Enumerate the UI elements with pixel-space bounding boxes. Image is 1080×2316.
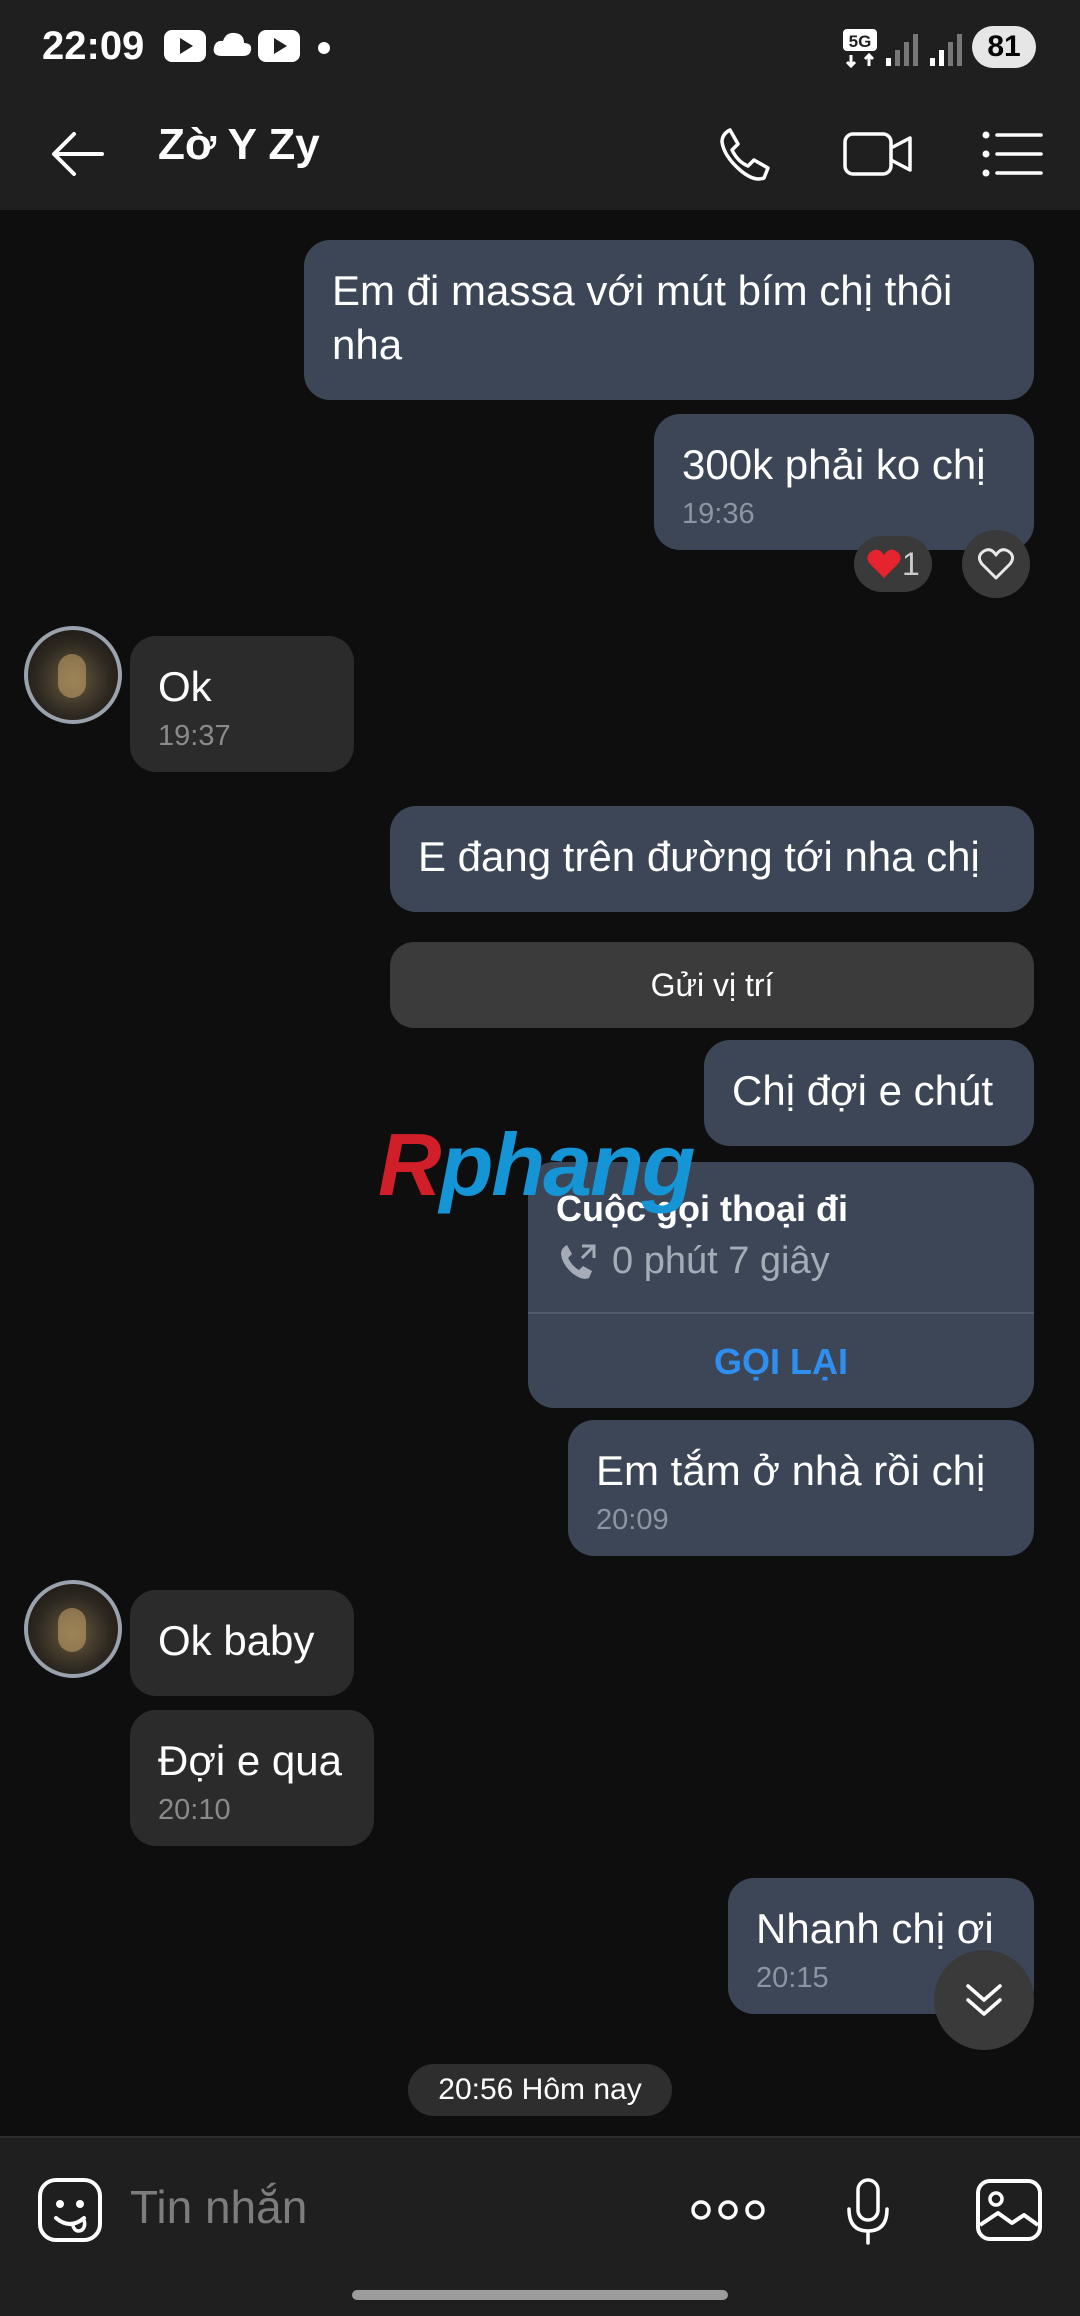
divider — [0, 2136, 1080, 2138]
cloud-icon — [213, 32, 252, 56]
signal-icon — [930, 34, 962, 66]
svg-text:5G: 5G — [849, 32, 872, 51]
reaction-count: 1 — [902, 545, 920, 582]
sticker-icon — [38, 2178, 102, 2242]
more-options-button[interactable] — [688, 2180, 768, 2240]
outgoing-message[interactable]: E đang trên đường tới nha chị — [390, 806, 1034, 912]
battery-indicator: 81 — [972, 26, 1036, 68]
message-text: Nhanh chị ơi — [756, 1905, 994, 1952]
signal-icon — [886, 34, 918, 66]
message-text: 300k phải ko chị — [682, 441, 986, 488]
incoming-message[interactable]: Ok 19:37 — [130, 636, 354, 772]
contact-name[interactable]: Zờ Y Zy — [158, 120, 320, 170]
watermark-first-letter: R — [378, 1115, 442, 1214]
sticker-button[interactable] — [34, 2174, 106, 2246]
outgoing-message[interactable]: Chị đợi e chút — [704, 1040, 1034, 1146]
video-call-icon — [843, 132, 912, 176]
status-bar: 22:09 5G 81 — [0, 0, 1080, 96]
call-duration: 0 phút 7 giây — [612, 1240, 830, 1282]
back-button[interactable] — [38, 114, 118, 194]
back-arrow-icon — [52, 132, 104, 176]
message-input[interactable]: Tin nhắn — [130, 2180, 307, 2234]
call-back-button[interactable]: GỌI LẠI — [528, 1314, 1034, 1408]
home-indicator[interactable] — [352, 2290, 728, 2300]
message-text: Ok — [158, 663, 212, 710]
scroll-to-bottom-button[interactable] — [934, 1950, 1034, 2050]
watermark-logo: Rphang — [378, 1114, 696, 1216]
reaction-badge[interactable]: 1 — [854, 536, 932, 592]
video-call-button[interactable] — [838, 114, 918, 194]
message-text: Ok baby — [158, 1617, 315, 1664]
message-time: 20:09 — [596, 1504, 669, 1536]
more-dots-icon — [691, 2200, 765, 2220]
gallery-icon — [976, 2179, 1042, 2241]
double-chevron-down-icon — [966, 1984, 1002, 2016]
voice-record-button[interactable] — [838, 2172, 898, 2252]
youtube-icon — [258, 30, 300, 62]
microphone-icon — [847, 2178, 889, 2245]
contact-avatar[interactable] — [24, 626, 122, 724]
message-time: 19:37 — [158, 720, 231, 752]
gallery-button[interactable] — [972, 2174, 1046, 2246]
dot-icon — [318, 42, 330, 54]
youtube-icon — [164, 30, 206, 62]
network-type-icon: 5G — [843, 29, 877, 68]
date-separator: 20:56 Hôm nay — [408, 2064, 672, 2116]
phone-icon — [720, 128, 770, 181]
message-text: Em tắm ở nhà rồi chị — [596, 1447, 986, 1494]
react-button[interactable] — [962, 530, 1030, 598]
outgoing-message[interactable]: 300k phải ko chị 19:36 — [654, 414, 1034, 550]
voice-call-button[interactable] — [704, 114, 784, 194]
message-time: 20:10 — [158, 1794, 231, 1826]
composer-bar: Tin nhắn — [0, 2136, 1080, 2316]
menu-list-icon — [982, 131, 1043, 177]
status-time: 22:09 — [42, 24, 145, 68]
options-menu-button[interactable] — [972, 114, 1052, 194]
message-text: E đang trên đường tới nha chị — [418, 833, 980, 880]
message-text: Em đi massa với mút bím chị thôi nha — [332, 267, 953, 368]
heart-outline-icon — [977, 548, 1015, 580]
heart-reaction-icon — [867, 549, 901, 578]
incoming-message[interactable]: Đợi e qua 20:10 — [130, 1710, 374, 1846]
chat-header: Zờ Y Zy — [0, 96, 1080, 210]
outgoing-message[interactable]: Em tắm ở nhà rồi chị 20:09 — [568, 1420, 1034, 1556]
outgoing-call-icon — [561, 1244, 596, 1279]
incoming-message[interactable]: Ok baby — [130, 1590, 354, 1696]
message-text: Chị đợi e chút — [732, 1067, 994, 1114]
outgoing-message[interactable]: Em đi massa với mút bím chị thôi nha — [304, 240, 1034, 400]
message-time: 19:36 — [682, 498, 755, 530]
send-location-button[interactable]: Gửi vị trí — [390, 942, 1034, 1028]
contact-avatar[interactable] — [24, 1580, 122, 1678]
message-text: Đợi e qua — [158, 1737, 342, 1784]
watermark-rest: phang — [439, 1115, 696, 1214]
